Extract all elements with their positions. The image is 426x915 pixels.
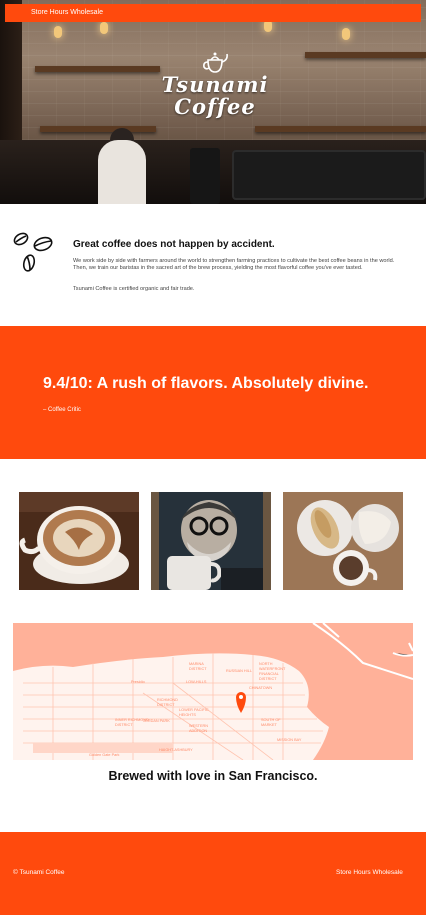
map-label: WATERFRONT <box>259 667 286 671</box>
map-label: Golden Gate Park <box>89 753 119 757</box>
certification-text: Tsunami Coffee is certified organic and … <box>73 286 195 292</box>
map-label: LOW-HILLS <box>186 680 207 684</box>
photo-latte-art <box>19 492 139 590</box>
map-label: DISTRICT <box>259 677 277 681</box>
logo-text-line2: Coffee <box>174 94 256 119</box>
photo-coffee-pastries <box>283 492 403 590</box>
intro-body-text: We work side by side with farmers around… <box>73 258 395 271</box>
map-label: JORDAN PARK <box>143 719 170 723</box>
map-label: DISTRICT <box>189 667 207 671</box>
map-label: DISTRICT <box>157 703 175 707</box>
shelf <box>40 126 156 132</box>
nav-store-hours-wholesale-link[interactable]: Store Hours Wholesale <box>31 4 103 22</box>
map-label: DISTRICT <box>115 723 133 727</box>
shelf <box>255 126 426 132</box>
brand-logo[interactable]: Tsunami Coffee <box>150 50 280 118</box>
portrait-illustration <box>151 492 271 590</box>
coffee-beans-icon <box>13 232 53 272</box>
map-label: FINANCIAL <box>259 672 279 676</box>
review-author: – Coffee Critic <box>43 407 81 413</box>
map-label: HAIGHT-ASHBURY <box>159 748 193 752</box>
map-label: MISSION BAY <box>277 738 302 742</box>
logo-text-line1: Tsunami <box>161 72 269 97</box>
footer-store-hours-wholesale-link[interactable]: Store Hours Wholesale <box>336 869 403 876</box>
map-label: MARINA <box>189 662 204 666</box>
map-label: NORTH <box>259 662 273 666</box>
barista <box>98 140 146 204</box>
map-label: LOWER PACIFIC <box>179 708 209 712</box>
teapot-icon <box>203 52 228 73</box>
map-label: RICHMOND <box>157 698 178 702</box>
intro-heading: Great coffee does not happen by accident… <box>73 239 275 250</box>
photo-man-drinking-coffee <box>151 492 271 590</box>
map-label: SOUTH OF <box>261 718 281 722</box>
review-quote: 9.4/10: A rush of flavors. Absolutely di… <box>43 375 369 392</box>
footer: © Tsunami Coffee Store Hours Wholesale <box>0 832 426 915</box>
map-label: CHINATOWN <box>249 686 272 690</box>
shelf <box>35 66 160 72</box>
footer-copyright: © Tsunami Coffee <box>13 869 65 876</box>
espresso-machine <box>232 150 426 200</box>
intro-section: Great coffee does not happen by accident… <box>0 204 426 326</box>
latte-cup-illustration <box>19 492 139 590</box>
review-quote-section: 9.4/10: A rush of flavors. Absolutely di… <box>0 326 426 459</box>
map-label: WESTERN <box>189 724 208 728</box>
map-caption: Brewed with love in San Francisco. <box>108 769 318 783</box>
pendant-lamp <box>54 26 62 38</box>
map-label: ADDITION <box>189 729 207 733</box>
san-francisco-map: MARINA DISTRICT RUSSIAN HILL NORTH WATER… <box>13 623 413 760</box>
pendant-lamp <box>342 28 350 40</box>
hero-banner: Tsunami Coffee <box>0 0 426 204</box>
pastries-illustration <box>283 492 403 590</box>
map-label: Presidio <box>131 680 145 684</box>
shelf <box>305 52 426 58</box>
coffee-grinder <box>190 148 220 204</box>
map-label: MARKET <box>261 723 278 727</box>
map-label: HEIGHTS <box>179 713 196 717</box>
map-label: RUSSIAN HILL <box>226 669 252 673</box>
top-nav-bar: Store Hours Wholesale <box>5 4 421 22</box>
location-map[interactable]: MARINA DISTRICT RUSSIAN HILL NORTH WATER… <box>13 623 413 760</box>
pendant-lamp <box>100 22 108 34</box>
